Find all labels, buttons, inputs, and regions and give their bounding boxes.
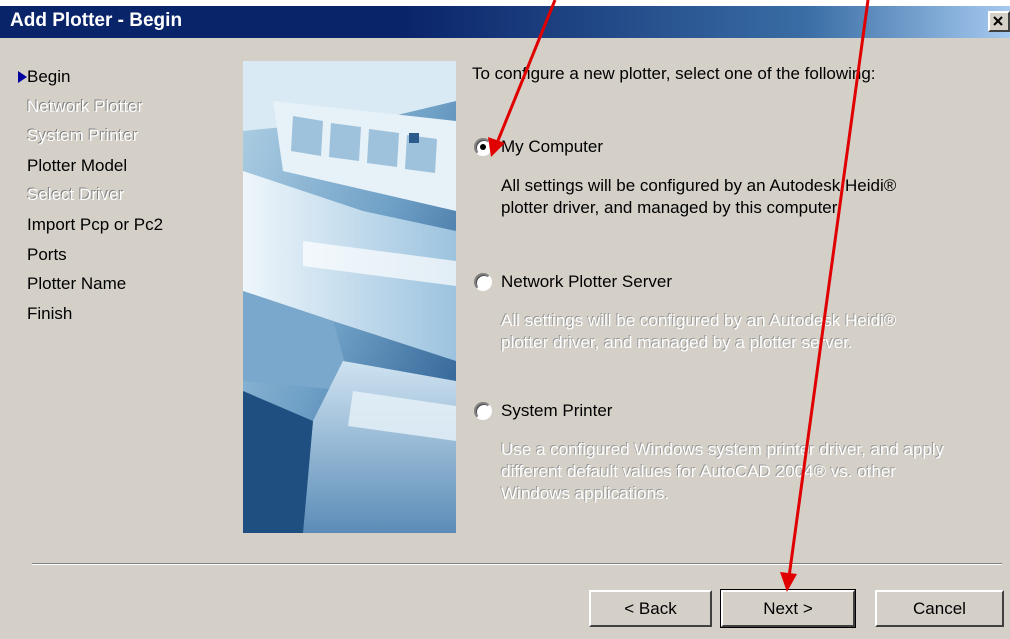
step-label: Plotter Model — [27, 155, 128, 175]
back-button[interactable]: < Back — [589, 590, 712, 627]
title-bar[interactable]: Add Plotter - Begin — [0, 6, 1010, 38]
step-select-driver: Select Driver — [27, 180, 237, 210]
description-line: All settings will be configured by an Au… — [501, 311, 897, 330]
close-button[interactable] — [988, 11, 1010, 32]
cancel-button[interactable]: Cancel — [875, 590, 1004, 627]
step-finish: Finish — [27, 299, 237, 329]
description-line: plotter driver, and managed by a plotter… — [501, 333, 853, 352]
system-printer-radio[interactable] — [474, 402, 492, 420]
step-label: Finish — [27, 303, 73, 323]
network-plotter-server-label[interactable]: Network Plotter Server — [501, 272, 672, 292]
window-title: Add Plotter - Begin — [10, 10, 183, 31]
description-line: Use a configured Windows system printer … — [501, 440, 945, 459]
my-computer-label[interactable]: My Computer — [501, 137, 603, 157]
wizard-steps: Begin Network Plotter System Printer Plo… — [18, 62, 237, 329]
add-plotter-dialog: Add Plotter - Begin Begin Network Plotte… — [0, 6, 1010, 639]
step-label: Network Plotter — [27, 96, 144, 116]
step-import-pcp: Import Pcp or Pc2 — [27, 210, 237, 240]
description-line: different default values for AutoCAD 200… — [501, 462, 896, 481]
step-label: Ports — [27, 244, 67, 264]
next-button[interactable]: Next > — [720, 589, 856, 628]
network-plotter-server-description: All settings will be configured by an Au… — [501, 310, 1001, 354]
radio-selected-dot — [480, 144, 486, 150]
system-printer-description: Use a configured Windows system printer … — [501, 439, 1001, 505]
my-computer-description: All settings will be configured by an Au… — [501, 175, 1001, 219]
step-label: Begin — [27, 67, 71, 86]
network-plotter-server-radio[interactable] — [474, 273, 492, 291]
description-line: All settings will be configured by an Au… — [501, 176, 897, 195]
step-label: Select Driver — [27, 185, 125, 205]
step-plotter-name: Plotter Name — [27, 269, 237, 299]
step-plotter-model: Plotter Model — [27, 151, 237, 181]
description-line: plotter driver, and managed by this comp… — [501, 198, 842, 217]
step-system-printer: System Printer — [27, 121, 237, 151]
step-label: System Printer — [27, 126, 139, 146]
step-network-plotter: Network Plotter — [27, 92, 237, 122]
current-step-arrow-icon — [18, 71, 27, 83]
description-line: Windows applications. — [501, 484, 670, 503]
step-ports: Ports — [27, 240, 237, 270]
system-printer-label[interactable]: System Printer — [501, 401, 612, 421]
step-begin: Begin — [18, 62, 237, 92]
step-label: Plotter Name — [27, 274, 127, 294]
intro-text: To configure a new plotter, select one o… — [472, 64, 876, 83]
button-divider — [32, 563, 1002, 565]
my-computer-radio[interactable] — [474, 138, 492, 156]
close-icon — [993, 16, 1003, 26]
step-label: Import Pcp or Pc2 — [27, 214, 164, 234]
plotter-illustration — [243, 61, 456, 533]
